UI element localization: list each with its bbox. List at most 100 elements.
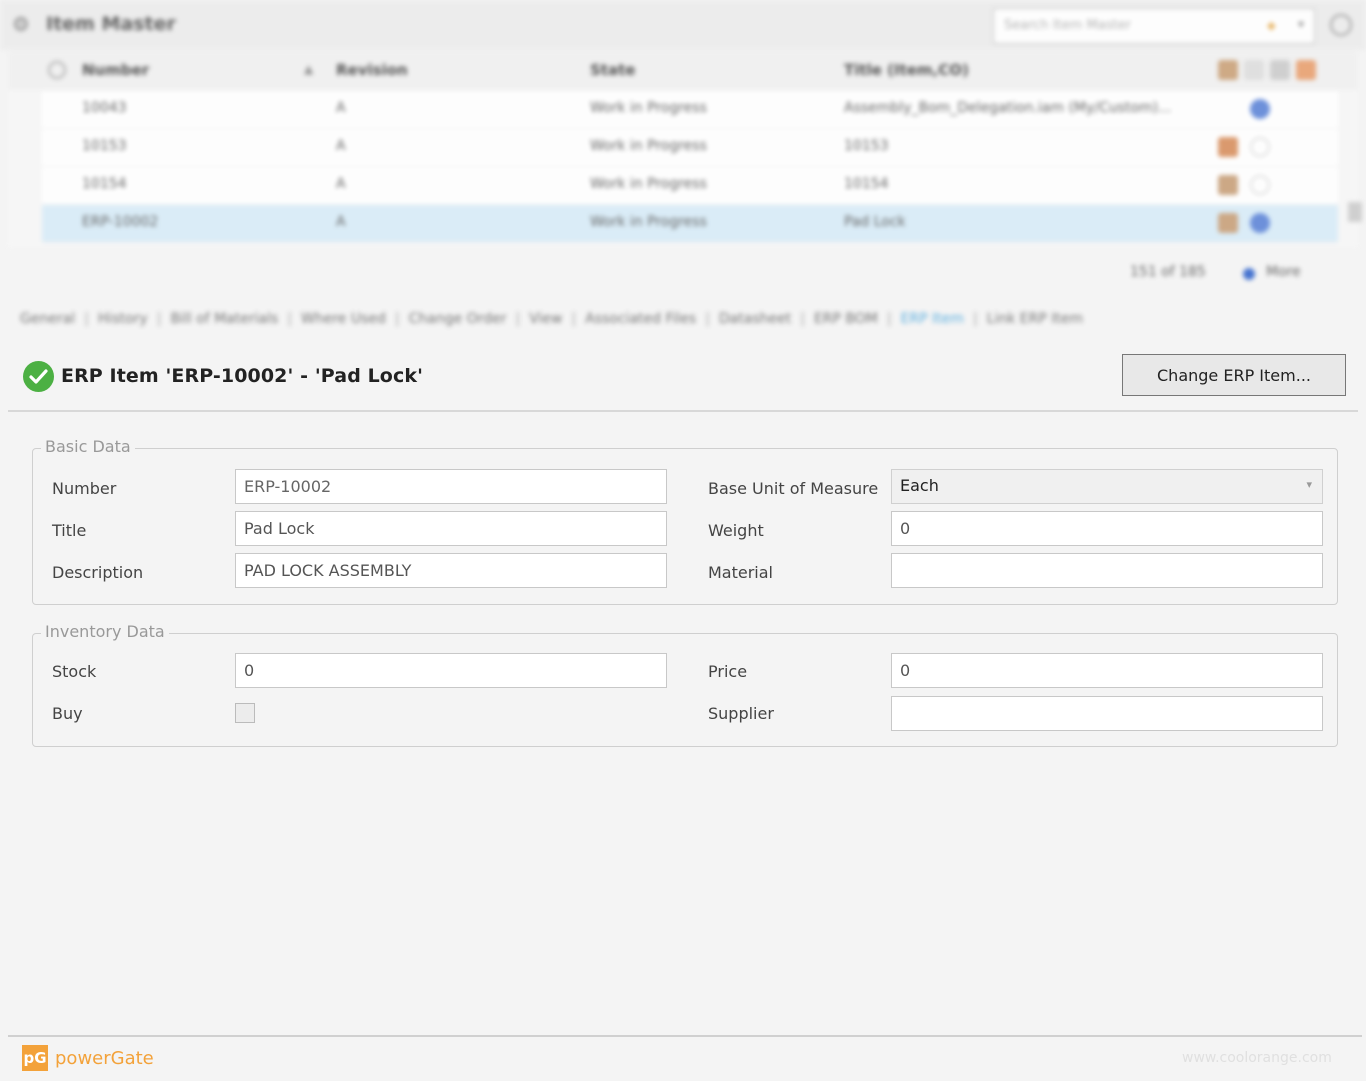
supplier-field[interactable] — [891, 696, 1323, 731]
tab-separator: | — [800, 311, 805, 327]
basic-data-group: Basic Data Number Title Description Base… — [32, 437, 1338, 605]
uom-value: Each — [900, 476, 939, 495]
lock-icon — [1296, 60, 1316, 80]
stock-label: Stock — [52, 662, 97, 681]
tab-separator: | — [156, 311, 162, 327]
tab-bill-of-materials[interactable]: Bill of Materials — [170, 311, 278, 327]
item-icon — [1218, 213, 1238, 233]
title-label: Title — [52, 521, 87, 540]
title-field[interactable] — [235, 511, 667, 546]
help-icon[interactable] — [1330, 14, 1352, 36]
column-state[interactable]: State — [590, 61, 635, 79]
row-state: Work in Progress — [590, 214, 707, 230]
change-erp-item-button[interactable]: Change ERP Item... — [1122, 354, 1346, 396]
row-title: 10153 — [844, 138, 889, 154]
row-number: 10043 — [82, 100, 127, 116]
grid-header: Number ▲ Revision State Title (Item,CO) — [8, 52, 1358, 90]
status-icon — [1250, 99, 1270, 119]
tab-separator: | — [394, 311, 400, 327]
table-row-selected[interactable]: ERP-10002 A Work in Progress Pad Lock — [42, 205, 1338, 243]
row-state: Work in Progress — [590, 100, 707, 116]
tab-history[interactable]: History — [98, 311, 148, 327]
tab-erp-item[interactable]: ERP Item — [901, 311, 964, 327]
weight-field[interactable] — [891, 511, 1323, 546]
row-revision: A — [336, 176, 346, 192]
tab-separator: | — [571, 311, 577, 327]
status-icon — [1244, 60, 1264, 80]
row-number: 10154 — [82, 176, 127, 192]
tab-where-used[interactable]: Where Used — [301, 311, 386, 327]
row-state: Work in Progress — [590, 138, 707, 154]
table-row[interactable]: 10153 A Work in Progress 10153 — [42, 129, 1338, 167]
row-title: Assembly_Bom_Delegation.iam (My/Custom).… — [844, 100, 1172, 116]
tab-erp-bom[interactable]: ERP BOM — [814, 311, 878, 327]
row-number: ERP-10002 — [82, 214, 159, 230]
row-revision: A — [336, 138, 346, 154]
row-number: 10153 — [82, 138, 127, 154]
tab-separator: | — [886, 311, 892, 327]
chevron-down-icon[interactable]: ▾ — [1298, 17, 1304, 31]
search-input[interactable]: Search Item Master ✦ ▾ — [993, 8, 1315, 44]
brand-name: powerGate — [55, 1048, 154, 1069]
item-grid: Number ▲ Revision State Title (Item,CO) … — [8, 52, 1362, 247]
material-label: Material — [708, 563, 773, 582]
supplier-label: Supplier — [708, 704, 774, 723]
column-number[interactable]: Number — [82, 61, 149, 79]
search-placeholder: Search Item Master — [1004, 18, 1131, 33]
uom-select[interactable]: Each ▾ — [891, 469, 1323, 504]
more-link[interactable]: More — [1266, 264, 1301, 280]
status-icon — [1250, 213, 1270, 233]
description-field[interactable] — [235, 553, 667, 588]
website-link[interactable]: www.coolorange.com — [1182, 1050, 1332, 1066]
inventory-data-legend: Inventory Data — [41, 622, 169, 641]
tab-change-order[interactable]: Change Order — [409, 311, 507, 327]
buy-checkbox[interactable] — [235, 703, 255, 723]
status-icon — [1250, 175, 1270, 195]
buy-label: Buy — [52, 704, 83, 723]
column-icons — [1218, 60, 1348, 84]
table-row[interactable]: 10043 A Work in Progress Assembly_Bom_De… — [42, 91, 1338, 129]
erp-item-header: ERP Item 'ERP-10002' - 'Pad Lock' Change… — [8, 345, 1358, 412]
page-title: ERP Item 'ERP-10002' - 'Pad Lock' — [61, 365, 423, 387]
sort-arrow-icon: ▲ — [304, 62, 314, 76]
select-all-checkbox[interactable] — [48, 61, 66, 79]
item-icon — [1218, 137, 1238, 157]
table-row[interactable]: 10154 A Work in Progress 10154 — [42, 167, 1338, 205]
search-icon[interactable]: ✦ — [1265, 17, 1278, 36]
background-item-master: ⚙ Item Master Search Item Master ✦ ▾ Num… — [0, 0, 1366, 345]
price-field[interactable] — [891, 653, 1323, 688]
row-title: 10154 — [844, 176, 889, 192]
tab-separator: | — [972, 311, 978, 327]
tab-general[interactable]: General — [20, 311, 75, 327]
tab-datasheet[interactable]: Datasheet — [719, 311, 791, 327]
uom-label: Base Unit of Measure — [708, 479, 879, 498]
tab-separator: | — [84, 311, 89, 327]
stock-field[interactable] — [235, 653, 667, 688]
more-icon[interactable] — [1243, 268, 1255, 280]
number-field[interactable] — [235, 469, 667, 504]
item-icon — [1218, 60, 1238, 80]
tab-associated-files[interactable]: Associated Files — [585, 311, 696, 327]
chevron-down-icon: ▾ — [1306, 478, 1312, 491]
title-bar: ⚙ Item Master Search Item Master ✦ ▾ — [0, 0, 1366, 50]
tab-separator: | — [287, 311, 292, 327]
material-field[interactable] — [891, 553, 1323, 588]
window-title: Item Master — [46, 13, 176, 35]
number-label: Number — [52, 479, 117, 498]
column-revision[interactable]: Revision — [336, 61, 408, 79]
description-label: Description — [52, 563, 144, 582]
tab-separator: | — [515, 311, 521, 327]
column-title[interactable]: Title (Item,CO) — [844, 61, 969, 79]
item-icon — [1218, 175, 1238, 195]
row-state: Work in Progress — [590, 176, 707, 192]
status-icon — [1250, 137, 1270, 157]
grid-scrollbar[interactable] — [1348, 202, 1362, 222]
tab-separator: | — [705, 311, 710, 327]
pager-count: 151 of 185 — [1130, 264, 1206, 280]
weight-label: Weight — [708, 521, 764, 540]
tab-view[interactable]: View — [529, 311, 562, 327]
attachment-icon — [1270, 60, 1290, 80]
tab-link-erp-item[interactable]: Link ERP Item — [987, 311, 1083, 327]
basic-data-legend: Basic Data — [41, 437, 135, 456]
footer-divider — [8, 1035, 1362, 1037]
